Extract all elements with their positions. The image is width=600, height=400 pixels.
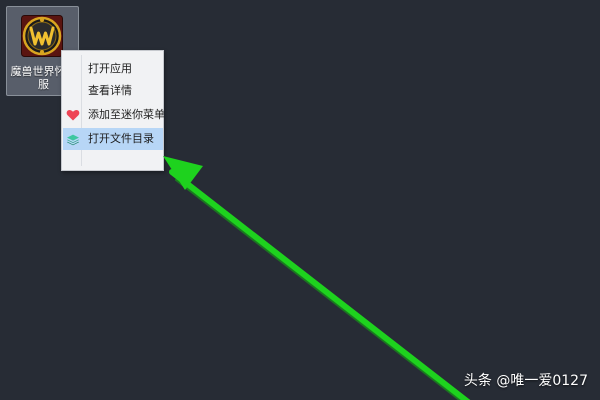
green-arrow-annotation	[163, 156, 471, 400]
watermark-text: 头条 @唯一爱0127	[463, 373, 588, 389]
desktop: 魔兽世界怀旧服 打开应用 查看详情 添加至迷你菜单 打开文件目录 头条 @唯一爱…	[0, 0, 600, 400]
